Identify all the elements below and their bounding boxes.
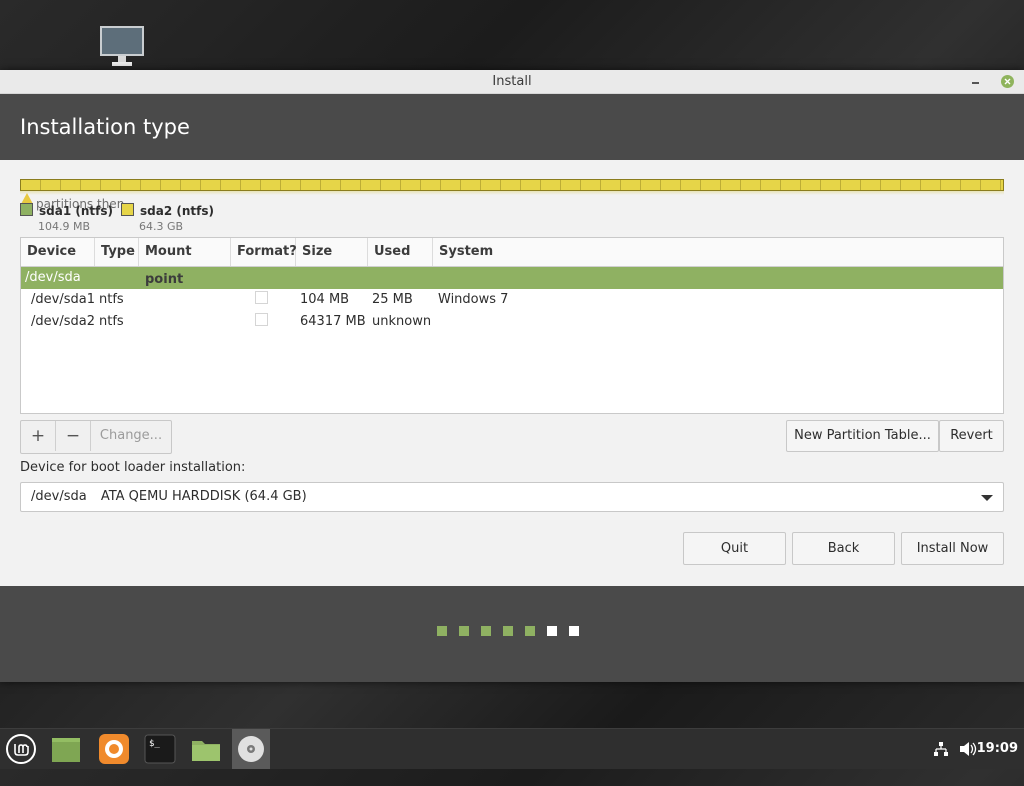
progress-step-dot	[569, 626, 579, 636]
table-row[interactable]: /dev/sda1 ntfs 104 MB 25 MB Windows 7	[21, 289, 1003, 311]
format-checkbox[interactable]	[255, 291, 268, 304]
format-cell	[231, 289, 296, 311]
page-title: Installation type	[0, 94, 1024, 160]
size-cell: 64317 MB	[300, 314, 366, 329]
progress-step-dot	[525, 626, 535, 636]
change-partition-button[interactable]: Change...	[91, 421, 171, 451]
new-partition-table-button[interactable]: New Partition Table...	[786, 420, 939, 452]
column-header-type[interactable]: Type	[95, 238, 139, 266]
close-icon	[1004, 78, 1011, 85]
system-cell	[433, 311, 438, 333]
legend-swatch	[20, 203, 33, 216]
progress-step-dot	[437, 626, 447, 636]
type-cell: ntfs	[99, 292, 124, 307]
device-cell: /dev/sda1	[31, 292, 95, 307]
window-title: Install	[492, 74, 532, 89]
add-partition-button[interactable]: +	[21, 421, 56, 451]
legend-swatch	[121, 203, 134, 216]
progress-step-dot	[459, 626, 469, 636]
legend-size: 64.3 GB	[139, 220, 184, 233]
partition-table: Device Type Mount point Format? Size Use…	[20, 237, 1004, 414]
revert-button[interactable]: Revert	[939, 420, 1004, 452]
volume-icon[interactable]	[958, 729, 978, 769]
close-button[interactable]	[1001, 75, 1014, 88]
column-header-system[interactable]: System	[433, 238, 1003, 266]
taskbar: $_ 19:09	[0, 728, 1024, 769]
progress-steps	[437, 626, 579, 636]
type-cell: ntfs	[99, 314, 124, 329]
column-header-device[interactable]: Device	[21, 238, 95, 266]
mount-cell	[139, 289, 231, 311]
progress-step-dot	[547, 626, 557, 636]
bootloader-device: /dev/sda	[31, 489, 87, 504]
used-cell: 25 MB	[372, 292, 413, 307]
show-desktop-icon[interactable]	[50, 733, 82, 765]
used-cell: unknown	[372, 314, 432, 329]
legend-name: sda1 (ntfs)	[39, 204, 113, 218]
partition-toolbar: + − Change...	[20, 420, 172, 454]
mint-menu-icon[interactable]	[5, 733, 37, 765]
install-now-button[interactable]: Install Now	[901, 532, 1004, 565]
quit-button[interactable]: Quit	[683, 532, 786, 565]
computer-icon[interactable]	[98, 26, 146, 70]
main-content: partitions then sda1 (ntfs) 104.9 MB sda…	[0, 160, 1024, 586]
system-cell: Windows 7	[438, 292, 509, 307]
chevron-down-icon	[981, 495, 993, 501]
remove-partition-button[interactable]: −	[56, 421, 91, 451]
title-bar: Install	[0, 70, 1024, 94]
bootloader-device-select[interactable]: /dev/sda ATA QEMU HARDDISK (64.4 GB)	[20, 482, 1004, 512]
legend-item-sda2: sda2 (ntfs) 64.3 GB	[121, 203, 214, 233]
legend-item-sda1: sda1 (ntfs) 104.9 MB	[20, 203, 113, 233]
install-window: Install Installation type partitions the…	[0, 70, 1024, 682]
installer-disc-icon[interactable]	[232, 729, 270, 769]
bootloader-device-description: ATA QEMU HARDDISK (64.4 GB)	[100, 489, 307, 504]
column-header-size[interactable]: Size	[296, 238, 368, 266]
table-row[interactable]: /dev/sda2 ntfs 64317 MB unknown	[21, 311, 1003, 333]
bootloader-label: Device for boot loader installation:	[20, 460, 246, 475]
minimize-button[interactable]	[968, 70, 984, 92]
column-header-format[interactable]: Format?	[231, 238, 297, 266]
format-checkbox[interactable]	[255, 313, 268, 326]
progress-step-dot	[503, 626, 513, 636]
back-button[interactable]: Back	[792, 532, 895, 565]
partition-bar	[20, 179, 1004, 191]
column-header-mount-point[interactable]: Mount point	[139, 238, 231, 287]
device-cell: /dev/sda2	[31, 314, 95, 329]
size-cell: 104 MB	[300, 292, 350, 307]
partition-bar-reflection	[20, 191, 1004, 195]
legend-name: sda2 (ntfs)	[140, 204, 214, 218]
device-cell: /dev/sda	[25, 270, 81, 285]
progress-footer	[0, 586, 1024, 682]
clock[interactable]: 19:09	[977, 729, 1018, 769]
column-header-used[interactable]: Used	[368, 238, 433, 266]
files-icon[interactable]	[190, 733, 222, 765]
terminal-icon[interactable]: $_	[144, 733, 176, 765]
svg-text:$_: $_	[149, 739, 160, 749]
network-icon[interactable]	[932, 729, 950, 769]
legend-size: 104.9 MB	[38, 220, 91, 233]
table-header: Device Type Mount point Format? Size Use…	[21, 238, 1003, 287]
mount-cell	[139, 311, 231, 333]
firefox-icon[interactable]	[98, 733, 130, 765]
format-cell	[231, 311, 296, 333]
progress-step-dot	[481, 626, 491, 636]
